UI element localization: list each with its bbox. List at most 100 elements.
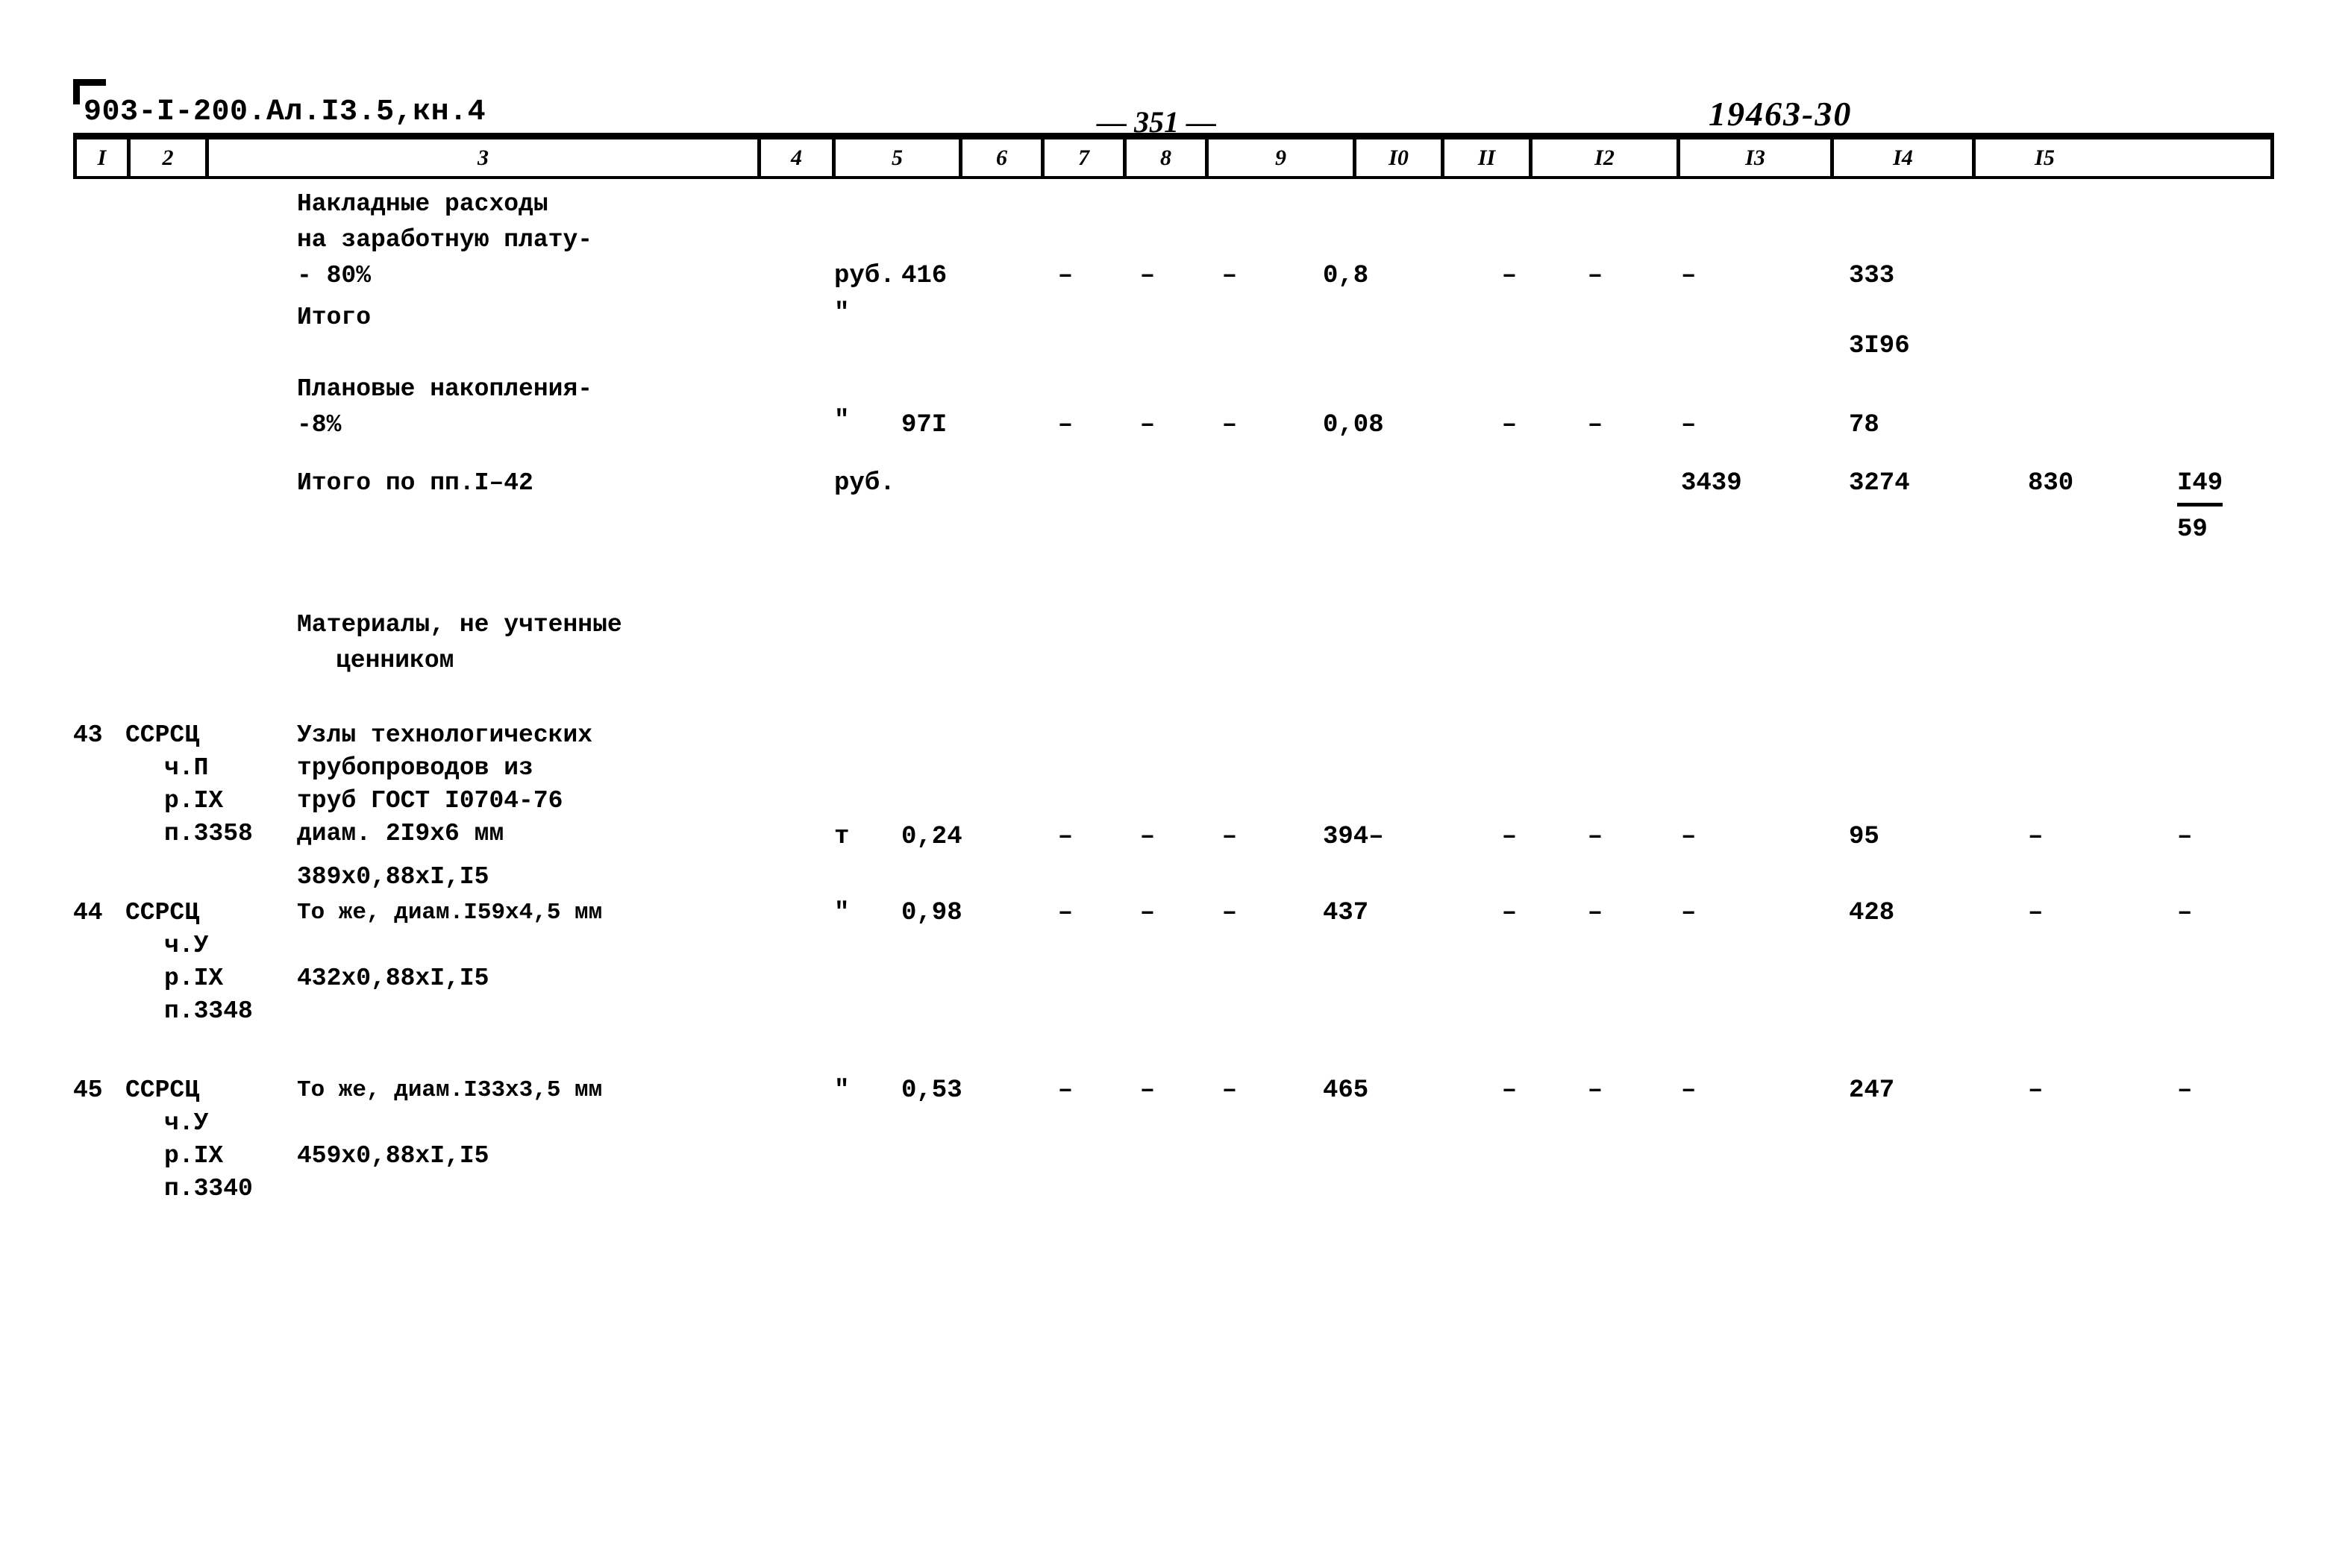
row-col8: – bbox=[1221, 823, 1238, 851]
row-col6: – bbox=[1057, 411, 1074, 439]
column-header-14: I4 bbox=[1834, 139, 1976, 176]
row-col13: 78 bbox=[1849, 411, 1879, 439]
table-row: Итого " 3I96 bbox=[73, 299, 2274, 371]
table-row: 45 ССРСЦ ч.У р.IX п.3340 То же, диам.I33… bbox=[73, 1073, 2274, 1250]
row-description: -8% bbox=[297, 407, 827, 443]
section-title: Материалы, не учтенные bbox=[297, 607, 827, 643]
row-col14: 830 bbox=[2028, 469, 2074, 498]
row-item-number: 43 bbox=[73, 721, 103, 749]
row-col9: 394– bbox=[1323, 823, 1384, 851]
row-col12: – bbox=[1681, 411, 1697, 439]
column-header-12: I2 bbox=[1532, 139, 1680, 176]
row-col5: 0,24 bbox=[901, 823, 962, 851]
row-col13: 333 bbox=[1849, 262, 1895, 290]
table-column-header-row: I 2 3 4 5 6 7 8 9 I0 II I2 I3 I4 I5 bbox=[73, 133, 2274, 179]
row-description: То же, диам.I33х3,5 мм bbox=[297, 1073, 827, 1108]
row-col10: – bbox=[1501, 1076, 1518, 1105]
row-col7: – bbox=[1139, 1076, 1156, 1105]
row-col11: – bbox=[1587, 899, 1603, 927]
row-col12: – bbox=[1681, 899, 1697, 927]
column-header-9: 9 bbox=[1209, 139, 1356, 176]
column-header-7: 7 bbox=[1045, 139, 1127, 176]
row-source-code: п.3358 bbox=[164, 820, 253, 847]
row-col13: 3274 bbox=[1849, 469, 1910, 498]
row-col10: – bbox=[1501, 411, 1518, 439]
row-col10: – bbox=[1501, 823, 1518, 851]
desc-line: трубопроводов из bbox=[297, 754, 533, 782]
table-row: 43 ССРСЦ ч.П р.IX п.3358 Узлы технологич… bbox=[73, 718, 2274, 895]
column-header-2: 2 bbox=[131, 139, 209, 176]
row-col6: – bbox=[1057, 1076, 1074, 1105]
row-formula: 432х0,88хI,I5 bbox=[297, 961, 827, 997]
row-unit: " bbox=[834, 407, 850, 435]
row-source-code: р.IX bbox=[164, 965, 224, 992]
row-source-code: р.IX bbox=[164, 1142, 224, 1170]
row-col7: – bbox=[1139, 899, 1156, 927]
table-row: Накладные расходы на заработную плату- -… bbox=[73, 186, 2274, 300]
desc-line: То же, диам.I59х4,5 мм bbox=[297, 900, 603, 926]
section-title-line: ценником bbox=[336, 647, 454, 674]
row-col9: 0,08 bbox=[1323, 411, 1384, 439]
column-header-4: 4 bbox=[761, 139, 836, 176]
document-code: 903-I-200.Ал.I3.5,кн.4 bbox=[84, 95, 486, 129]
row-col11: – bbox=[1587, 411, 1603, 439]
desc-line: - 80% bbox=[297, 262, 372, 289]
row-col14: – bbox=[2028, 1076, 2044, 1105]
desc-line: диам. 2I9х6 мм bbox=[297, 820, 504, 847]
row-col11: – bbox=[1587, 262, 1603, 290]
row-description: трубопроводов из bbox=[297, 750, 827, 786]
column-header-15: I5 bbox=[2035, 145, 2055, 170]
row-col15-numerator: I49 bbox=[2177, 465, 2289, 507]
row-col8: – bbox=[1221, 1076, 1238, 1105]
row-col15: – bbox=[2177, 823, 2193, 851]
desc-line: Узлы технологических bbox=[297, 721, 593, 749]
column-header-6: 6 bbox=[962, 139, 1045, 176]
row-col9: 465 bbox=[1323, 1076, 1369, 1105]
row-col10: – bbox=[1501, 899, 1518, 927]
row-source-code: п.3348 bbox=[164, 997, 253, 1025]
fraction-numerator: I49 bbox=[2177, 465, 2223, 507]
row-col13: 95 bbox=[1849, 823, 1879, 851]
row-unit: руб. bbox=[834, 262, 895, 290]
table-row: 44 ССРСЦ ч.У р.IX п.3348 То же, диам.I59… bbox=[73, 895, 2274, 1073]
row-unit: " bbox=[834, 899, 850, 927]
column-header-10: I0 bbox=[1356, 139, 1444, 176]
row-col13: 428 bbox=[1849, 899, 1895, 927]
row-description: - 80% bbox=[297, 258, 827, 294]
row-unit: руб. bbox=[834, 469, 895, 498]
table-row: Итого по пп.I–42 руб. 3439 3274 830 I49 … bbox=[73, 465, 2274, 607]
row-unit: " bbox=[834, 1076, 850, 1105]
row-col6: – bbox=[1057, 823, 1074, 851]
row-col9: 0,8 bbox=[1323, 262, 1369, 290]
table-body: Накладные расходы на заработную плату- -… bbox=[73, 186, 2274, 1250]
column-header-8: 8 bbox=[1127, 139, 1209, 176]
desc-line: Накладные расходы bbox=[297, 190, 548, 218]
row-col10: – bbox=[1501, 262, 1518, 290]
row-source-code: ССРСЦ bbox=[125, 1076, 200, 1104]
row-col9: 437 bbox=[1323, 899, 1369, 927]
desc-line: труб ГОСТ I0704-76 bbox=[297, 787, 563, 815]
desc-line: Плановые накопления- bbox=[297, 375, 593, 403]
row-description: труб ГОСТ I0704-76 bbox=[297, 783, 827, 819]
row-col14: – bbox=[2028, 899, 2044, 927]
row-source-code: ССРСЦ bbox=[125, 721, 200, 749]
page-header: 903-I-200.Ал.I3.5,кн.4 — 351 — 19463-30 bbox=[0, 43, 2345, 139]
row-description: диам. 2I9х6 мм bbox=[297, 816, 827, 852]
row-source-code: п.3340 bbox=[164, 1175, 253, 1202]
column-header-3: 3 bbox=[209, 139, 761, 176]
row-unit: т bbox=[834, 823, 850, 851]
row-item-number: 45 bbox=[73, 1076, 103, 1104]
row-source-code: ч.П bbox=[164, 754, 209, 782]
row-col6: – bbox=[1057, 262, 1074, 290]
row-col15: – bbox=[2177, 899, 2193, 927]
row-col12: – bbox=[1681, 1076, 1697, 1105]
row-formula: 459х0,88хI,I5 bbox=[297, 1138, 827, 1174]
row-col14: – bbox=[2028, 823, 2044, 851]
row-description: Плановые накопления- bbox=[297, 371, 827, 407]
row-col13: 3I96 bbox=[1849, 332, 1910, 360]
row-col5: 97I bbox=[901, 411, 948, 439]
row-source-code: р.IX bbox=[164, 787, 224, 815]
column-header-13: I3 bbox=[1680, 139, 1834, 176]
row-formula: 389х0,88хI,I5 bbox=[297, 859, 827, 895]
row-col6: – bbox=[1057, 899, 1074, 927]
